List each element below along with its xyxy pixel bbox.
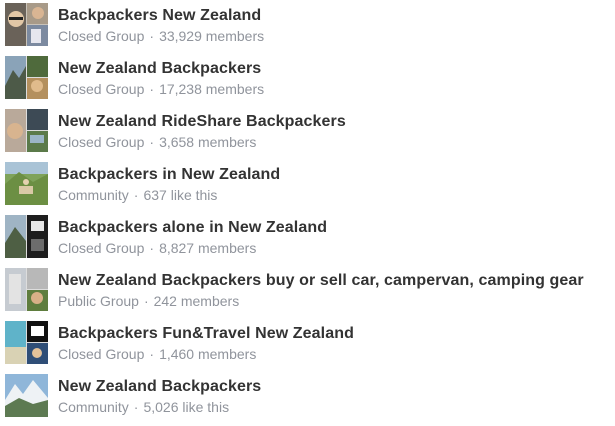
- member-count: 1,460 members: [159, 346, 257, 362]
- group-meta: Closed Group · 8,827 members: [58, 240, 256, 256]
- result-row[interactable]: New Zealand Backpackers Community · 5,026 …: [0, 373, 615, 426]
- result-row[interactable]: Backpackers alone in New Zealand Closed …: [0, 214, 615, 267]
- meta-separator: ·: [149, 134, 155, 150]
- group-meta: Closed Group · 3,658 members: [58, 134, 256, 150]
- member-count: 5,026 like this: [143, 399, 230, 415]
- group-type: Community: [58, 187, 129, 203]
- group-type: Community: [58, 399, 129, 415]
- member-count: 637 like this: [143, 187, 218, 203]
- meta-separator: ·: [149, 346, 155, 362]
- member-count: 3,658 members: [159, 134, 257, 150]
- member-count: 33,929 members: [159, 28, 265, 44]
- group-collage-thumbnail[interactable]: [5, 3, 48, 46]
- group-collage-thumbnail[interactable]: [5, 109, 48, 152]
- result-row[interactable]: New Zealand Backpackers Closed Group · 17,…: [0, 55, 615, 108]
- group-collage-icon: [5, 56, 48, 99]
- meta-separator: ·: [149, 240, 155, 256]
- result-row[interactable]: Backpackers in New Zealand Community · 637…: [0, 161, 615, 214]
- group-type: Closed Group: [58, 346, 145, 362]
- meta-separator: ·: [143, 293, 149, 309]
- group-name[interactable]: Backpackers New Zealand: [58, 7, 261, 25]
- member-count: 242 members: [153, 293, 240, 309]
- group-meta: Public Group · 242 members: [58, 293, 239, 309]
- landscape-thumbnail[interactable]: [5, 162, 48, 205]
- group-collage-thumbnail[interactable]: [5, 56, 48, 99]
- result-row[interactable]: Backpackers New Zealand Closed Group · 33,…: [0, 2, 615, 55]
- result-row[interactable]: New Zealand Backpackers buy or sell car,…: [0, 267, 615, 320]
- landscape-icon: [5, 374, 48, 417]
- landscape-icon: [5, 162, 48, 205]
- group-collage-icon: [5, 268, 48, 311]
- result-row[interactable]: Backpackers Fun&Travel New Zealand Close…: [0, 320, 615, 373]
- member-count: 8,827 members: [159, 240, 257, 256]
- group-meta: Closed Group · 33,929 members: [58, 28, 264, 44]
- landscape-thumbnail[interactable]: [5, 374, 48, 417]
- group-name[interactable]: New Zealand RideShare Backpackers: [58, 113, 346, 131]
- group-name[interactable]: New Zealand Backpackers: [58, 378, 261, 396]
- group-type: Closed Group: [58, 28, 145, 44]
- meta-separator: ·: [149, 81, 155, 97]
- member-count: 17,238 members: [159, 81, 265, 97]
- group-name[interactable]: New Zealand Backpackers buy or sell car,…: [58, 272, 584, 290]
- group-collage-thumbnail[interactable]: [5, 215, 48, 258]
- group-meta: Closed Group · 17,238 members: [58, 81, 264, 97]
- group-collage-icon: [5, 109, 48, 152]
- meta-separator: ·: [133, 187, 139, 203]
- group-type: Closed Group: [58, 134, 145, 150]
- result-row[interactable]: New Zealand RideShare Backpackers Closed…: [0, 108, 615, 161]
- meta-separator: ·: [133, 399, 139, 415]
- group-meta: Closed Group · 1,460 members: [58, 346, 256, 362]
- group-meta: Community · 5,026 like this: [58, 399, 229, 415]
- group-type: Closed Group: [58, 81, 145, 97]
- group-meta: Community · 637 like this: [58, 187, 217, 203]
- group-collage-icon: [5, 321, 48, 364]
- group-name[interactable]: Backpackers in New Zealand: [58, 166, 280, 184]
- group-collage-icon: [5, 3, 48, 46]
- group-name[interactable]: Backpackers alone in New Zealand: [58, 219, 327, 237]
- group-collage-icon: [5, 215, 48, 258]
- group-name[interactable]: New Zealand Backpackers: [58, 60, 261, 78]
- group-name[interactable]: Backpackers Fun&Travel New Zealand: [58, 325, 354, 343]
- group-type: Public Group: [58, 293, 139, 309]
- group-type: Closed Group: [58, 240, 145, 256]
- group-collage-thumbnail[interactable]: [5, 321, 48, 364]
- meta-separator: ·: [149, 28, 155, 44]
- group-collage-thumbnail[interactable]: [5, 268, 48, 311]
- search-results-list: Backpackers New Zealand Closed Group · 33,…: [0, 0, 615, 418]
